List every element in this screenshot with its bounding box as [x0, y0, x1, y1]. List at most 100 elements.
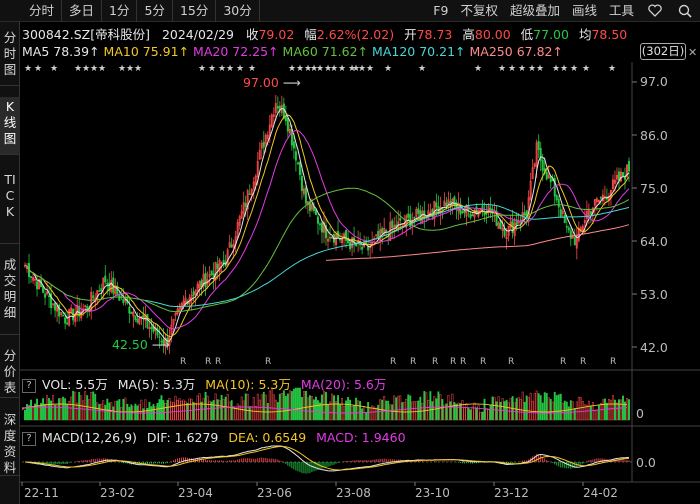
volume-bar: [172, 402, 175, 421]
macd-value: MACD: 1.9460: [316, 430, 406, 445]
volume-bar: [310, 396, 313, 421]
volume-bar: [605, 402, 608, 421]
rights-marker: R: [460, 357, 466, 367]
rights-marker: R: [560, 357, 566, 367]
volume-bar: [423, 391, 426, 421]
volume-bar: [114, 401, 117, 421]
volume-bar: [465, 403, 468, 421]
macd-help-icon[interactable]: ?: [22, 431, 36, 446]
volume-bar: [611, 395, 614, 421]
volume-bar: [258, 399, 261, 421]
candle-body: [122, 298, 125, 304]
volume-bar: [419, 396, 422, 421]
volume-bar: [42, 398, 45, 421]
date-tick: 23-06: [257, 486, 292, 500]
date-tick: 23-10: [415, 486, 450, 500]
volume-bar: [349, 399, 352, 421]
volume-bar: [535, 390, 538, 421]
candle-body: [461, 211, 464, 213]
volume-bar: [302, 391, 305, 421]
low-annotation-text: 42.50: [112, 337, 148, 352]
macd-dea: DEA: 0.6549: [228, 430, 307, 445]
volume-bar: [280, 393, 283, 421]
volume-bar: [433, 396, 436, 421]
volume-bar: [140, 399, 143, 421]
volume-bar: [240, 396, 243, 421]
volume-bar: [190, 398, 193, 421]
volume-bar: [397, 395, 400, 421]
volume-bar: [469, 409, 472, 421]
candle-body: [104, 275, 107, 283]
candle-body: [417, 208, 420, 214]
volume-bar: [36, 398, 38, 421]
price-tick: 64.0: [640, 234, 668, 249]
candle-body: [318, 223, 321, 226]
candle-body: [146, 314, 149, 328]
candle-body: [559, 209, 562, 217]
volume-bar: [128, 406, 131, 421]
vol-help-icon[interactable]: ?: [22, 378, 36, 393]
volume-bar: [620, 399, 622, 421]
candle-body: [483, 212, 486, 216]
candle-body: [621, 172, 624, 177]
candle-body: [316, 216, 319, 224]
volume-bar: [609, 399, 612, 421]
volume-bar: [274, 399, 277, 421]
volume-bar: [62, 396, 65, 421]
candle-body: [66, 322, 69, 325]
volume-bar: [236, 403, 239, 421]
candle-body: [54, 302, 57, 311]
candle-body: [262, 141, 265, 148]
volume-bar: [154, 406, 157, 421]
volume-bar: [497, 396, 500, 421]
kline-chart[interactable]: RRRRRRRRRRRRRR: [0, 0, 700, 504]
volume-bar: [32, 406, 34, 421]
volume-bar: [84, 391, 87, 421]
volume-bar: [483, 398, 486, 421]
candle-body: [296, 162, 299, 165]
volume-bar: [44, 403, 47, 421]
volume-bar: [24, 409, 26, 421]
volume-bar: [421, 402, 424, 421]
rights-marker: R: [580, 357, 586, 367]
volume-bar: [561, 402, 564, 421]
date-tick: 23-02: [100, 486, 135, 500]
volume-bar: [593, 410, 596, 421]
volume-bar: [315, 396, 317, 421]
volume-bar: [401, 402, 404, 421]
volume-bar: [495, 401, 498, 421]
volume-bar: [284, 395, 287, 421]
volume-bar: [533, 393, 536, 421]
candle-body: [30, 276, 33, 279]
candle-body: [349, 242, 352, 250]
candle-body: [565, 226, 568, 228]
volume-bar: [567, 406, 570, 421]
volume-bar: [347, 397, 350, 421]
volume-bar: [174, 395, 177, 421]
volume-bar: [491, 396, 494, 421]
volume-bar: [595, 409, 598, 421]
volume-bar: [112, 406, 115, 421]
volume-bar: [78, 391, 81, 421]
volume-bar: [529, 392, 532, 421]
volume-bar: [92, 391, 95, 421]
volume-bar: [527, 397, 530, 421]
volume-bar: [272, 394, 275, 421]
volume-bar: [98, 403, 101, 421]
volume-bar: [591, 402, 594, 421]
vol-ma10: MA(10): 5.3万: [205, 377, 291, 392]
candle-body: [381, 228, 384, 234]
volume-bar: [313, 399, 315, 421]
volume-bar: [445, 403, 448, 421]
volume-bar: [585, 404, 588, 421]
volume-bar: [94, 393, 97, 421]
volume-bar: [509, 398, 512, 421]
rights-marker: R: [610, 357, 616, 367]
volume-bar: [290, 391, 293, 421]
volume-bar: [192, 401, 195, 421]
volume-bar: [288, 390, 291, 421]
volume-bar: [242, 400, 245, 421]
date-tick: 23-04: [178, 486, 213, 500]
candle-body: [100, 288, 103, 291]
volume-bar: [188, 398, 191, 421]
